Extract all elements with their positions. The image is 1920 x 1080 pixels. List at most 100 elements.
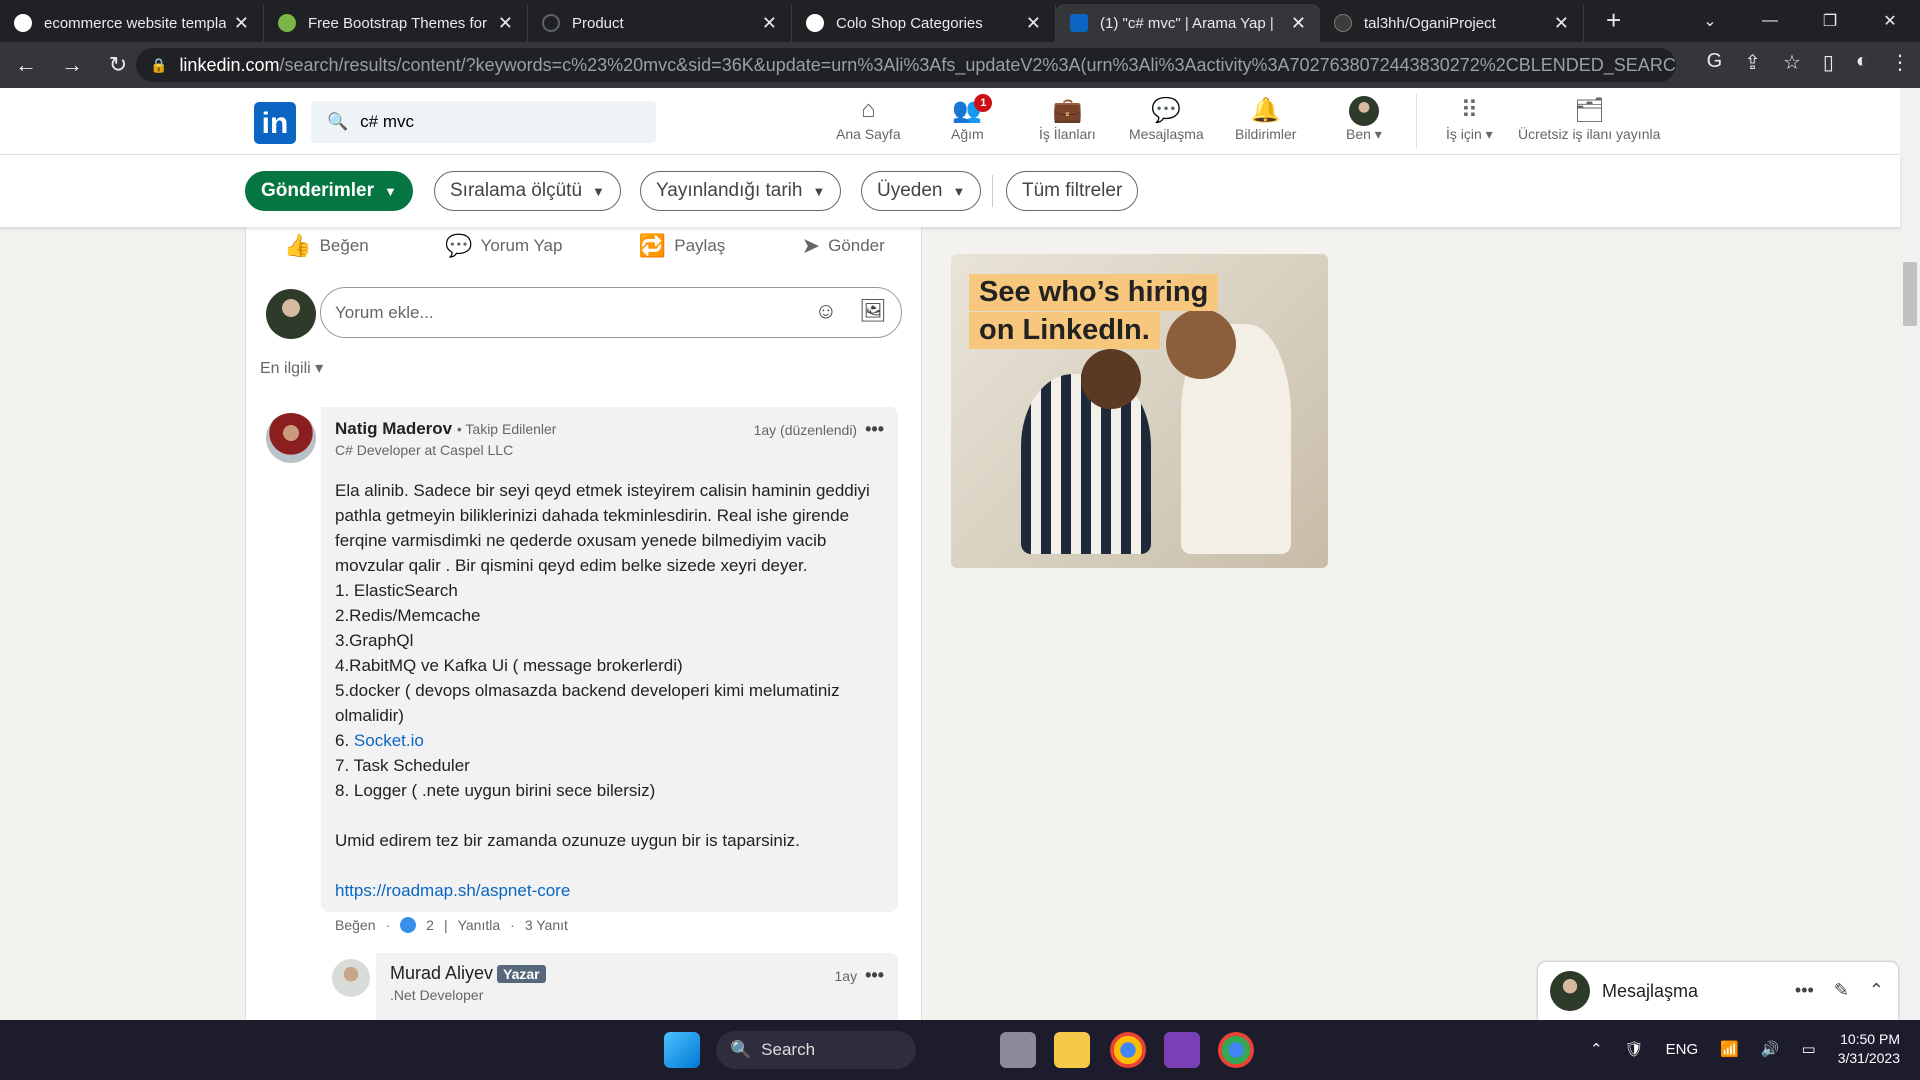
messaging-avatar	[1550, 971, 1590, 1011]
commenter-avatar[interactable]	[266, 413, 316, 463]
close-tab-icon[interactable]: ✕	[1291, 13, 1306, 34]
like-button[interactable]: 👍 Beğen	[284, 233, 369, 259]
reply-button[interactable]: Yanıtla	[458, 917, 501, 933]
profile-avatar	[1348, 96, 1379, 126]
comment-line	[335, 853, 884, 878]
nav-home[interactable]: ⌂ Ana Sayfa	[836, 96, 901, 142]
more-options-icon[interactable]: •••	[1795, 980, 1814, 1001]
nav-for-business[interactable]: ⠿ İş için ▾	[1446, 96, 1493, 143]
clock[interactable]: 10:50 PM 3/31/2023	[1838, 1030, 1900, 1068]
chrome-active-icon[interactable]	[1218, 1032, 1254, 1068]
all-filters-button[interactable]: Tüm filtreler	[1006, 171, 1139, 211]
close-window-icon[interactable]: ✕	[1860, 11, 1920, 31]
back-icon[interactable]: ←	[6, 52, 46, 78]
posts-filter-dropdown[interactable]: Gönderimler ▼	[245, 171, 413, 211]
defender-icon[interactable]: 🛡	[1625, 1040, 1644, 1058]
language-indicator[interactable]: ENG	[1666, 1041, 1699, 1058]
comment-line: 2.Redis/Memcache	[335, 606, 481, 625]
browser-tab[interactable]: Colo Shop Categories ✕	[792, 4, 1056, 42]
nav-me[interactable]: Ben ▾	[1346, 96, 1382, 143]
comment-sort-dropdown[interactable]: En ilgili ▾	[260, 358, 323, 378]
nav-jobs[interactable]: 💼 İş İlanları	[1039, 96, 1096, 142]
tab-search-icon[interactable]: ⌄	[1680, 11, 1740, 31]
comment-line: 6. Socket.io	[335, 731, 424, 750]
comment-line: ferqine varmisdimki ne qederde oxusam ye…	[335, 531, 827, 550]
socketio-link[interactable]: Socket.io	[354, 731, 424, 750]
close-tab-icon[interactable]: ✕	[1026, 13, 1041, 34]
bootstrap-favicon-icon	[278, 14, 296, 32]
wifi-icon[interactable]: 📶	[1720, 1040, 1739, 1058]
more-options-icon[interactable]: •••	[865, 419, 884, 439]
google-lens-icon[interactable]: G	[1707, 50, 1723, 75]
forward-icon[interactable]: →	[52, 52, 92, 78]
extensions-icon[interactable]: ◐	[1856, 50, 1868, 75]
close-tab-icon[interactable]: ✕	[498, 13, 513, 34]
more-options-icon[interactable]: •••	[865, 965, 884, 985]
home-icon: ⌂	[861, 96, 876, 123]
side-panel-icon[interactable]: ▯	[1823, 50, 1834, 75]
restore-icon[interactable]: ❐	[1800, 11, 1860, 31]
browser-tab[interactable]: ecommerce website templa ✕	[0, 4, 264, 42]
comment-like-button[interactable]: Beğen	[335, 917, 375, 933]
browser-tab[interactable]: Free Bootstrap Themes for ✕	[264, 4, 528, 42]
ad-headline-2: on LinkedIn.	[969, 312, 1160, 349]
comment-input[interactable]: Yorum ekle... ☺ 🖼	[320, 287, 902, 338]
chevron-up-icon[interactable]: ⌃	[1869, 980, 1884, 1001]
chrome-icon[interactable]	[1110, 1032, 1146, 1068]
nav-post-job[interactable]: 🗂 Ücretsiz iş ilanı yayınla	[1518, 96, 1660, 142]
close-tab-icon[interactable]: ✕	[1554, 13, 1569, 34]
search-icon: 🔍	[730, 1040, 752, 1059]
url-bar[interactable]: 🔒 linkedin.com/search/results/content/?k…	[136, 48, 1676, 82]
like-reaction-icon	[400, 917, 417, 933]
linkedin-favicon-icon	[1070, 14, 1088, 32]
close-tab-icon[interactable]: ✕	[234, 13, 249, 34]
member-filter-dropdown[interactable]: Üyeden ▼	[861, 171, 982, 211]
taskbar-search[interactable]: 🔍 Search	[716, 1031, 916, 1069]
commenter-name[interactable]: Natig Maderov	[335, 419, 452, 438]
date-filter-dropdown[interactable]: Yayınlandığı tarih ▼	[640, 171, 842, 211]
emoji-icon[interactable]: ☺	[815, 298, 837, 324]
reaction-count[interactable]: 2	[426, 917, 434, 933]
browser-tab[interactable]: Product ✕	[528, 4, 792, 42]
messaging-overlay[interactable]: Mesajlaşma ••• ✎ ⌃	[1538, 962, 1898, 1020]
image-icon[interactable]: 🖼	[859, 298, 887, 324]
windows-start-icon[interactable]	[664, 1032, 700, 1068]
replies-count[interactable]: 3 Yanıt	[525, 917, 568, 933]
sort-filter-dropdown[interactable]: Sıralama ölçütü ▼	[434, 171, 621, 211]
volume-icon[interactable]: 🔊	[1761, 1040, 1780, 1058]
roadmap-link[interactable]: https://roadmap.sh/aspnet-core	[335, 881, 570, 900]
page-scrollbar[interactable]	[1900, 88, 1920, 1020]
close-tab-icon[interactable]: ✕	[762, 13, 777, 34]
comment-body: Ela alinib. Sadece bir seyi qeyd etmek i…	[335, 478, 884, 903]
comment-line: 8. Logger ( .nete uygun birini sece bile…	[335, 781, 656, 800]
linkedin-logo[interactable]: in	[254, 102, 296, 144]
reply-author-avatar[interactable]	[332, 959, 370, 997]
compose-icon[interactable]: ✎	[1834, 980, 1849, 1001]
browser-tab[interactable]: tal3hh/OganiProject ✕	[1320, 4, 1584, 42]
reply-author-name[interactable]: Murad Aliyev	[390, 963, 493, 983]
new-tab-button[interactable]: +	[1606, 5, 1621, 36]
minimize-icon[interactable]: —	[1740, 12, 1800, 30]
file-explorer-icon[interactable]	[1054, 1032, 1090, 1068]
hiring-ad[interactable]: See who’s hiring on LinkedIn.	[951, 254, 1328, 568]
menu-dots-icon[interactable]: ⋮	[1890, 50, 1910, 75]
bookmark-star-icon[interactable]: ☆	[1783, 50, 1801, 75]
task-view-icon[interactable]	[1000, 1032, 1036, 1068]
comment-icon: 💬	[445, 233, 473, 258]
chevron-up-icon[interactable]: ⌃	[1590, 1040, 1603, 1058]
scrollbar-thumb[interactable]	[1903, 262, 1917, 326]
search-input[interactable]: 🔍 c# mvc	[311, 101, 656, 143]
send-button[interactable]: ➤ Gönder	[802, 233, 885, 259]
visual-studio-icon[interactable]	[1164, 1032, 1200, 1068]
linkedin-header: in 🔍 c# mvc ⌂ Ana Sayfa 👥 1 Ağım 💼 İş İlanlar…	[0, 88, 1900, 155]
nav-network[interactable]: 👥 1 Ağım	[951, 94, 993, 142]
loading-favicon-icon	[542, 14, 560, 32]
battery-icon[interactable]: ▭	[1802, 1040, 1816, 1058]
browser-tab-active[interactable]: (1) "c# mvc" | Arama Yap | ✕	[1056, 4, 1320, 42]
nav-notifications[interactable]: 🔔 Bildirimler	[1235, 96, 1296, 142]
nav-messaging[interactable]: 💬 Mesajlaşma	[1129, 96, 1204, 142]
share-button[interactable]: 🔁 Paylaş	[639, 233, 725, 259]
share-icon[interactable]: ⇪	[1744, 50, 1761, 75]
comment-button[interactable]: 💬 Yorum Yap	[445, 233, 562, 259]
reload-icon[interactable]: ↻	[98, 52, 138, 78]
